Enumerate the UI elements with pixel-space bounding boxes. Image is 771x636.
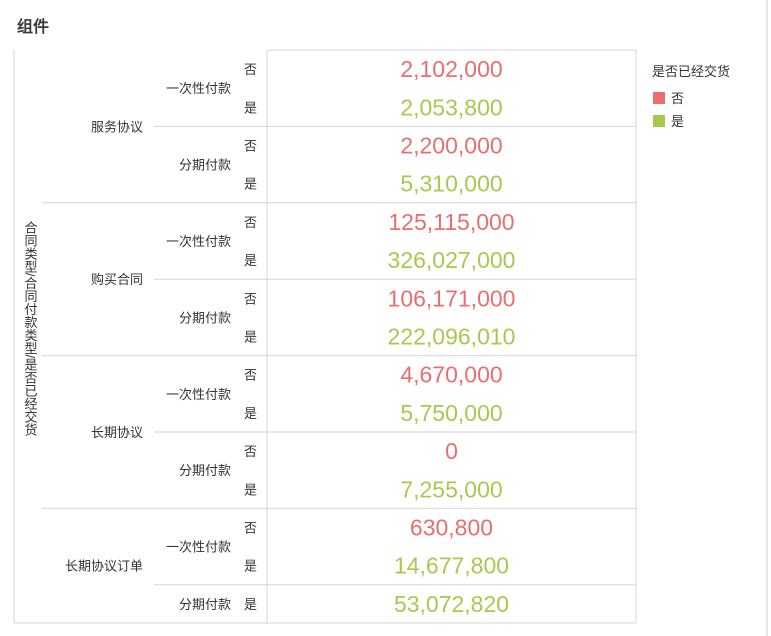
data-value: 0 xyxy=(445,438,458,464)
delivered-label: 否 xyxy=(244,62,257,77)
legend-swatch-no xyxy=(653,92,665,104)
contract-type-label: 服务协议 xyxy=(91,119,143,134)
delivered-label: 是 xyxy=(244,177,257,192)
delivered-label: 否 xyxy=(244,444,257,459)
payment-type-label: 一次性付款 xyxy=(166,540,231,555)
contract-type-label: 购买合同 xyxy=(91,272,143,287)
contract-type-label: 长期协议 xyxy=(91,425,143,440)
data-value: 2,053,800 xyxy=(400,94,502,120)
legend-label-yes: 是 xyxy=(671,115,685,130)
data-value: 106,171,000 xyxy=(388,285,516,311)
legend-title: 是否已经交货 xyxy=(652,65,731,80)
delivered-label: 否 xyxy=(244,521,257,536)
data-value: 7,255,000 xyxy=(400,476,502,502)
payment-type-label: 分期付款 xyxy=(179,463,231,478)
legend-label-no: 否 xyxy=(671,92,685,107)
data-value: 2,200,000 xyxy=(400,133,502,159)
delivered-label: 是 xyxy=(244,253,257,268)
data-value: 326,027,000 xyxy=(388,247,516,273)
payment-type-label: 一次性付款 xyxy=(166,387,231,402)
payment-type-label: 分期付款 xyxy=(179,310,231,325)
payment-type-label: 分期付款 xyxy=(179,158,231,173)
data-value: 222,096,010 xyxy=(388,324,516,350)
data-value: 5,310,000 xyxy=(400,171,502,197)
delivered-label: 是 xyxy=(244,100,257,115)
delivered-label: 否 xyxy=(244,215,257,230)
delivered-label: 是 xyxy=(244,330,257,345)
data-value: 53,072,820 xyxy=(394,591,509,617)
delivered-label: 是 xyxy=(244,597,257,612)
data-value: 630,800 xyxy=(410,515,493,541)
delivered-label: 否 xyxy=(244,368,257,383)
contract-type-label: 长期协议订单 xyxy=(65,559,143,574)
legend-item-no[interactable]: 否 xyxy=(653,88,684,107)
axis-title: 合同类型/合同付款类型/是否已经交货 xyxy=(23,221,38,437)
payment-type-label: 分期付款 xyxy=(179,597,231,612)
delivered-label: 否 xyxy=(244,139,257,154)
payment-type-label: 一次性付款 xyxy=(166,234,231,249)
delivered-label: 是 xyxy=(244,406,257,421)
data-value: 2,102,000 xyxy=(400,56,502,82)
delivered-label: 是 xyxy=(244,482,257,497)
payment-type-label: 一次性付款 xyxy=(166,81,231,96)
data-value: 5,750,000 xyxy=(400,400,502,426)
delivered-label: 是 xyxy=(244,559,257,574)
legend-item-yes[interactable]: 是 xyxy=(653,111,684,130)
data-value: 14,677,800 xyxy=(394,553,509,579)
data-value: 125,115,000 xyxy=(388,209,514,235)
data-value: 4,670,000 xyxy=(400,362,502,388)
delivered-label: 否 xyxy=(244,291,257,306)
legend-swatch-yes xyxy=(653,115,665,127)
